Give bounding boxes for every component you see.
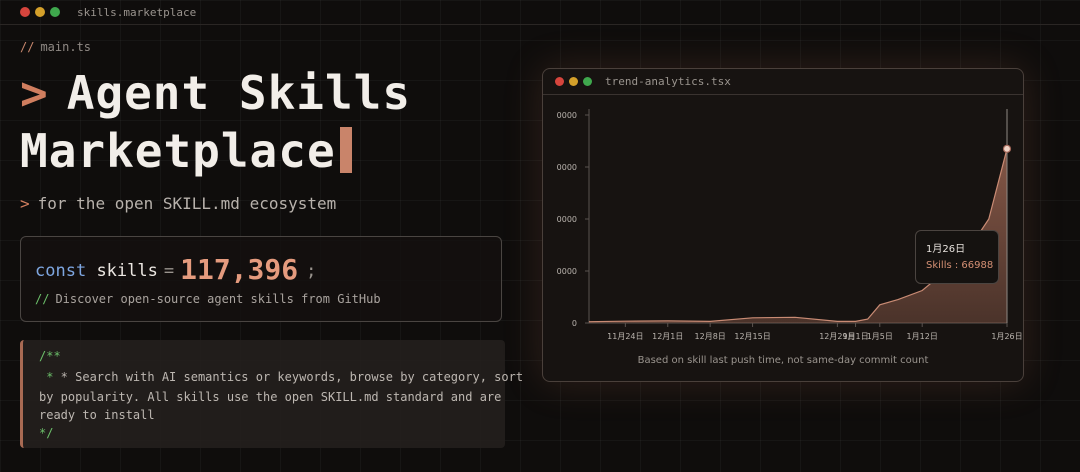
title-text-2: Marketplace [20, 124, 336, 178]
x-tick-label: 11月24日 [607, 332, 643, 341]
x-tick-label: 1月12日 [907, 332, 938, 341]
chart-window-titlebar: trend-analytics.tsx [543, 69, 1023, 95]
window-controls [20, 7, 65, 17]
doc-comment-line-1-text: * Search with AI semantics or keywords, … [53, 370, 524, 384]
card-comment: // Discover open-source agent skills from… [35, 292, 381, 306]
skills-count-card: const skills = 117,396; // Discover open-so… [20, 236, 502, 322]
x-tick-label: 1月26日 [991, 332, 1022, 341]
doc-comment-line-3: ready to install [39, 408, 155, 422]
doc-comment-block: /** * * Search with AI semantics or keyw… [20, 340, 523, 448]
chart-tooltip: 1月26日 Skills : 66988 [915, 230, 999, 284]
y-tick-label: 0 [572, 319, 577, 328]
window-title: skills.marketplace [77, 5, 197, 19]
y-tick-label: 0000 [557, 267, 577, 276]
y-tick-label: 0000 [557, 163, 577, 172]
text-cursor [339, 127, 352, 173]
doc-comment-close: */ [39, 426, 54, 440]
tooltip-date: 1月26日 [926, 244, 966, 255]
code-operator: = [163, 261, 175, 281]
subtitle-prompt: > [20, 194, 30, 213]
comment-prefix: // [20, 40, 35, 54]
x-tick-label: 1月1日 [842, 332, 868, 341]
page-subtitle: > for the open SKILL.md ecosystem [20, 194, 336, 213]
chart-window-controls [555, 77, 597, 86]
code-keyword: const [35, 261, 87, 281]
title-text-1: Agent Skills [66, 66, 412, 120]
doc-comment-open: /** [39, 349, 61, 363]
x-tick-label: 1月5日 [867, 332, 893, 341]
chart-window-title: trend-analytics.tsx [605, 75, 731, 88]
title-line-2: Marketplace [20, 122, 411, 180]
chart-close-icon [555, 77, 564, 86]
minimize-window-icon[interactable] [35, 7, 45, 17]
x-tick-label: 12月1日 [652, 332, 683, 341]
subtitle-text: for the open SKILL.md ecosystem [37, 194, 337, 213]
y-tick-label: 0000 [557, 215, 577, 224]
chart-caption: Based on skill last push time, not same-… [637, 355, 929, 366]
window-titlebar: skills.marketplace [0, 0, 1080, 25]
file-name: main.ts [40, 40, 92, 54]
doc-comment-line-2: by popularity. All skills use the open S… [39, 390, 502, 404]
card-comment-prefix: // [35, 292, 50, 306]
page-title: > Agent Skills Marketplace [20, 64, 411, 180]
highlight-point [1002, 144, 1012, 153]
tooltip-value: Skills : 66988 [926, 260, 994, 271]
trend-chart[interactable]: 0000000000000000011月24日 12月1日 12月8日 12月15日 1… [543, 95, 1023, 353]
code-line: const skills = 117,396; [35, 253, 316, 286]
code-variable: skills [96, 261, 158, 281]
prompt-symbol: > [20, 66, 49, 120]
card-comment-text: Discover open-source agent skills from G… [55, 292, 381, 306]
trend-chart-window: trend-analytics.tsx 0 0000 0000 0000 0000 11月… [542, 68, 1024, 382]
x-tick-label: 12月15日 [734, 332, 770, 341]
x-tick-label: 12月8日 [695, 332, 726, 341]
close-window-icon[interactable] [20, 7, 30, 17]
y-tick-label: 0000 [557, 111, 577, 120]
chart-maximize-icon [583, 77, 592, 86]
title-line-1: > Agent Skills [20, 64, 411, 122]
doc-comment-line-1: * * Search with AI semantics or keywords… [39, 370, 524, 384]
skills-count: 117,396 [180, 253, 299, 286]
chart-minimize-icon [569, 77, 578, 86]
file-comment: // main.ts [20, 40, 91, 54]
code-semicolon: ; [306, 261, 317, 281]
maximize-window-icon[interactable] [50, 7, 60, 17]
